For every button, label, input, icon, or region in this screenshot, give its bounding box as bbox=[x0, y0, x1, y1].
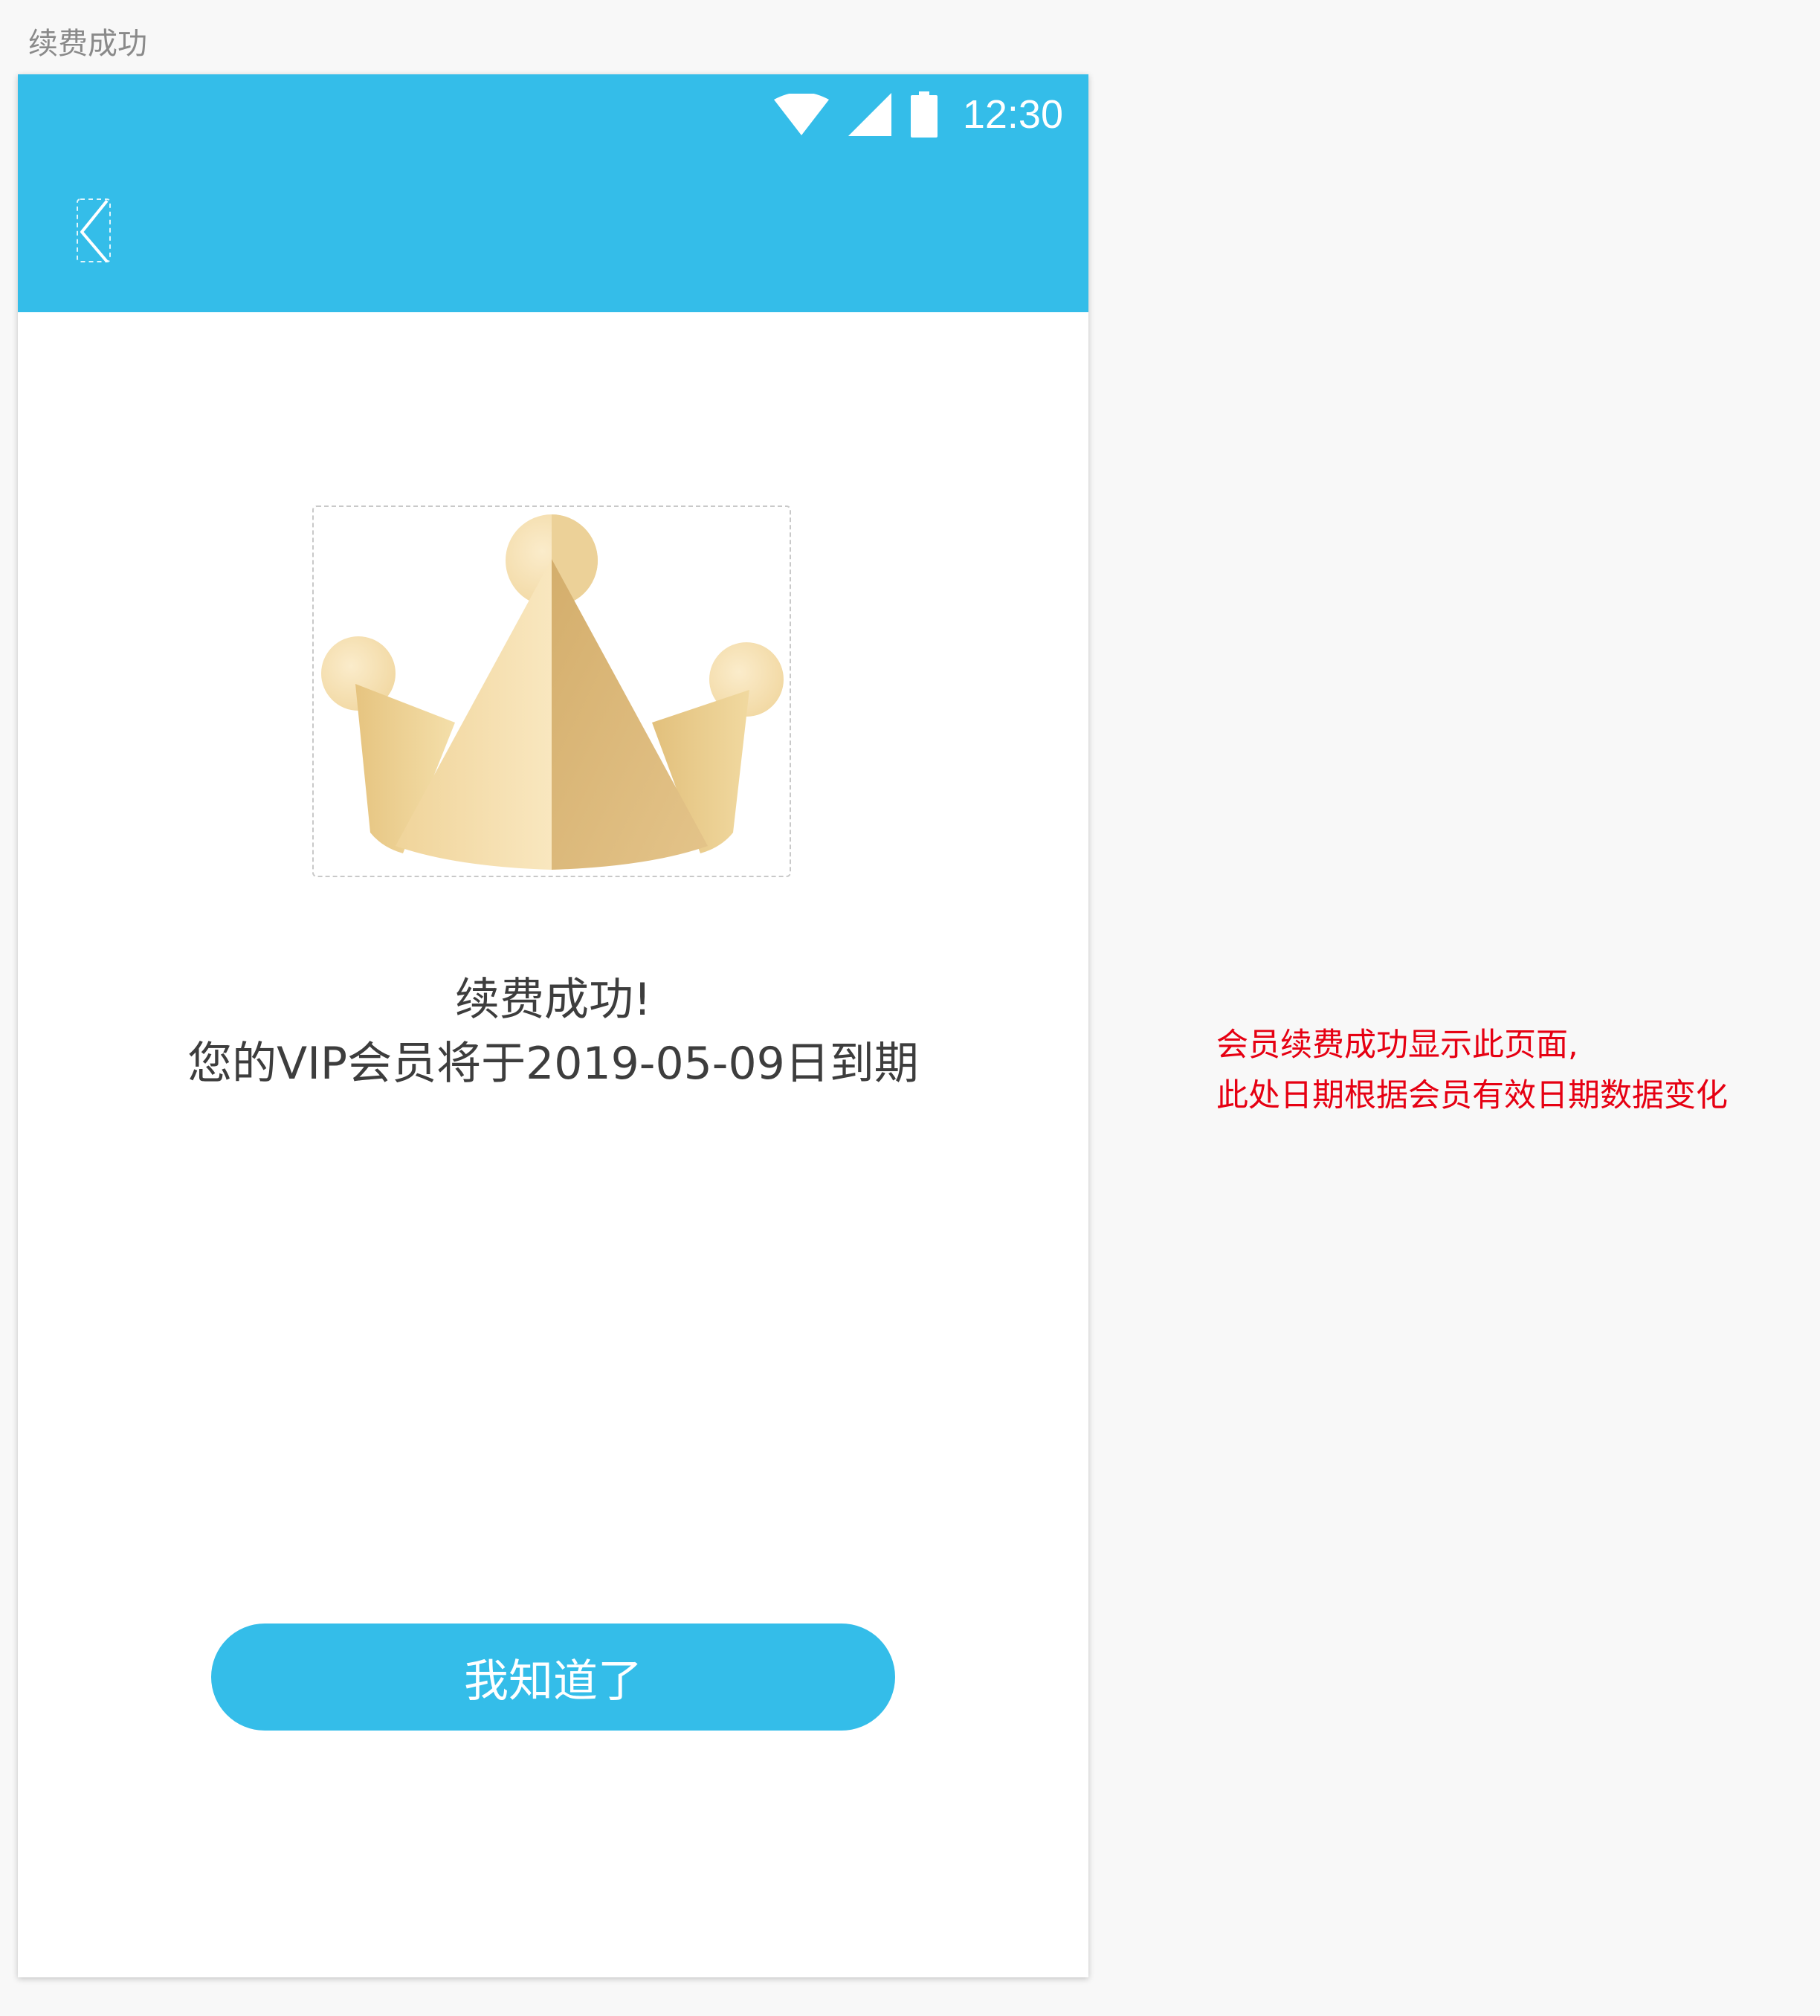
chevron-left-icon bbox=[77, 198, 111, 263]
success-title: 续费成功! bbox=[454, 974, 652, 1026]
status-time: 12:30 bbox=[962, 92, 1063, 137]
confirm-button[interactable]: 我知道了 bbox=[211, 1624, 895, 1731]
crown-illustration bbox=[312, 505, 791, 877]
page-title: 续费成功 bbox=[28, 27, 147, 61]
status-bar: 12:30 bbox=[773, 85, 1063, 144]
annotation-line-2: 此处日期根据会员有效日期数据变化 bbox=[1216, 1077, 1728, 1114]
expiry-message: 您的VIP会员将于2019-05-09日到期 bbox=[187, 1038, 919, 1090]
wifi-icon bbox=[773, 94, 829, 135]
app-bar: 12:30 bbox=[18, 74, 1088, 312]
battery-icon bbox=[910, 91, 938, 138]
signal-icon bbox=[848, 93, 891, 136]
phone-screen: 12:30 续费成功! 您的VIP会员将于2019-05-09日到期 我知道了 bbox=[18, 74, 1088, 1977]
back-button[interactable] bbox=[76, 198, 117, 265]
crown-icon bbox=[321, 514, 784, 870]
annotation-line-1: 会员续费成功显示此页面, bbox=[1216, 1027, 1578, 1064]
design-annotation: 会员续费成功显示此页面, 此处日期根据会员有效日期数据变化 bbox=[1216, 1020, 1728, 1121]
